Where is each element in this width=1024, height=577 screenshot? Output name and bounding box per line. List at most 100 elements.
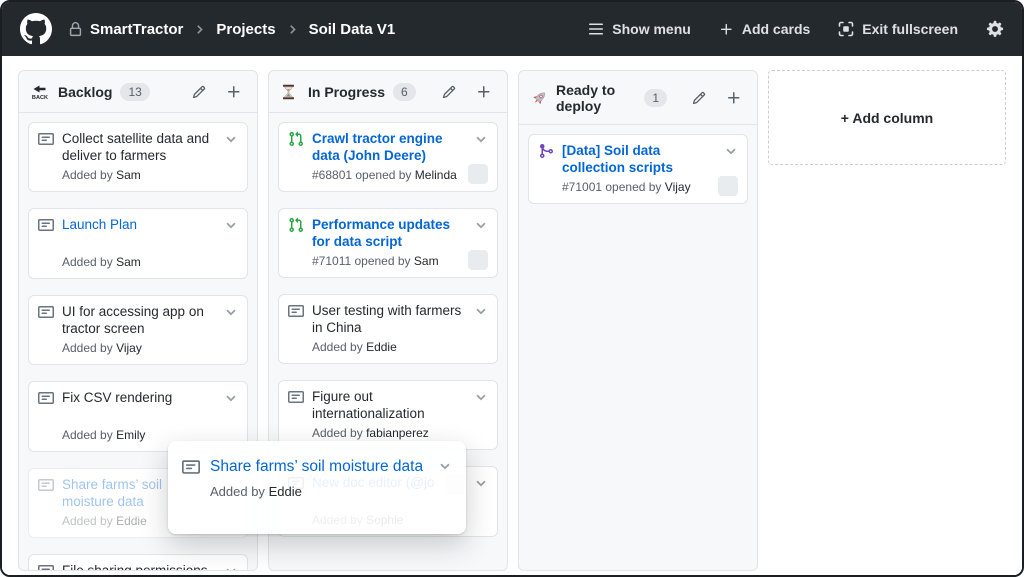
column-title: In Progress	[308, 84, 385, 100]
avatar	[468, 250, 488, 270]
exit-fullscreen-button[interactable]: Exit fullscreen	[838, 21, 958, 37]
card-meta: Added by Eddie	[312, 340, 488, 355]
card-meta-prefix: Added by	[62, 428, 113, 442]
card-meta-name: Sam	[116, 255, 141, 269]
column-title: Ready to deploy	[556, 82, 636, 114]
card-meta-prefix: Added by	[62, 168, 113, 182]
edit-column-button[interactable]	[189, 83, 209, 101]
card-meta-name: Eddie	[116, 514, 147, 528]
card[interactable]: Crawl tractor engine data (John Deere) #6…	[278, 122, 498, 192]
pull-request-icon	[288, 130, 304, 147]
card-title: User testing with farmers in China	[312, 302, 466, 336]
card-meta: Added by fabianperez	[312, 426, 488, 441]
breadcrumb: SmartTractor Projects Soil Data V1	[68, 21, 395, 38]
screen-normal-icon	[838, 21, 854, 37]
card-meta-name: Eddie	[366, 340, 397, 354]
column-count-badge: 13	[120, 83, 149, 101]
add-card-button[interactable]	[223, 82, 245, 102]
column-count-badge: 6	[393, 83, 416, 101]
card-title[interactable]: Launch Plan	[62, 216, 216, 233]
column-count-badge: 1	[644, 89, 667, 107]
card-meta: Added by Vijay	[62, 341, 238, 356]
chevron-down-icon[interactable]	[474, 302, 488, 318]
breadcrumb-repo[interactable]: SmartTractor	[68, 21, 183, 38]
chevron-down-icon[interactable]	[224, 303, 238, 319]
edit-column-button[interactable]	[689, 89, 709, 107]
card-title[interactable]: [Data] Soil data collection scripts	[562, 142, 716, 176]
card-meta: Added by Sam	[62, 255, 238, 270]
show-menu-label: Show menu	[612, 21, 691, 37]
card-meta-name: fabianperez	[366, 426, 429, 440]
app-window: SmartTractor Projects Soil Data V1 Show …	[0, 0, 1024, 577]
add-card-button[interactable]	[473, 82, 495, 102]
rocket-icon	[531, 90, 548, 106]
add-cards-button[interactable]: Add cards	[719, 21, 810, 37]
card[interactable]: Collect satellite data and deliver to fa…	[28, 122, 248, 192]
add-card-button[interactable]	[723, 88, 745, 108]
card-meta-name: Melinda	[415, 168, 457, 182]
edit-column-button[interactable]	[439, 83, 459, 101]
card[interactable]: Performance updates for data script #7101…	[278, 208, 498, 278]
card[interactable]: Launch Plan Added by Sam	[28, 208, 248, 279]
card-title[interactable]: Performance updates for data script	[312, 216, 466, 250]
drag-overlay-card[interactable]: Share farms’ soil moisture data Added by…	[168, 441, 466, 534]
chevron-right-icon	[287, 23, 298, 36]
breadcrumb-project-name-label: Soil Data V1	[309, 21, 396, 38]
card[interactable]: Figure out internationalization Added by …	[278, 380, 498, 450]
column-ready-to-deploy: Ready to deploy 1 [Data] Soil data collect…	[518, 70, 758, 571]
breadcrumb-projects[interactable]: Projects	[216, 21, 275, 38]
card-meta-prefix: Added by	[62, 255, 113, 269]
card[interactable]: File sharing permissionsAdded by fabianp…	[28, 554, 248, 571]
hourglass-icon	[281, 84, 300, 100]
card-title: Figure out internationalization	[312, 388, 466, 422]
avatar	[718, 176, 738, 196]
card-meta-prefix: Added by	[62, 514, 113, 528]
column-header: In Progress 6	[269, 71, 507, 113]
show-menu-button[interactable]: Show menu	[588, 21, 691, 37]
chevron-down-icon[interactable]	[724, 142, 738, 158]
card-meta: #71011 opened by Sam	[312, 254, 488, 269]
card-meta-prefix: Added by	[210, 484, 265, 499]
breadcrumb-repo-label: SmartTractor	[90, 21, 183, 38]
chevron-down-icon[interactable]	[474, 216, 488, 232]
github-logo[interactable]	[20, 13, 52, 45]
column-title: Backlog	[58, 84, 112, 100]
header: SmartTractor Projects Soil Data V1 Show …	[2, 2, 1022, 56]
chevron-down-icon[interactable]	[224, 216, 238, 232]
svg-text:BACK: BACK	[32, 95, 48, 100]
note-icon	[38, 562, 54, 571]
note-icon	[38, 476, 54, 493]
chevron-down-icon[interactable]	[224, 130, 238, 146]
card[interactable]: [Data] Soil data collection scripts#7100…	[528, 134, 748, 204]
settings-button[interactable]	[986, 20, 1004, 38]
chevron-down-icon[interactable]	[224, 389, 238, 405]
card-title[interactable]: Share farms’ soil moisture data	[210, 456, 428, 477]
card-meta-prefix: #68801 opened by	[312, 168, 411, 182]
card-meta-name: Eddie	[269, 484, 302, 499]
breadcrumb-project-name[interactable]: Soil Data V1	[309, 21, 396, 38]
column-header: BACK Backlog 13	[19, 71, 257, 113]
card-title[interactable]: Crawl tractor engine data (John Deere)	[312, 130, 466, 164]
project-board: BACK Backlog 13 Collect satellite data and …	[2, 56, 1022, 577]
chevron-down-icon[interactable]	[438, 456, 452, 473]
card[interactable]: UI for accessing app on tractor screenAd…	[28, 295, 248, 365]
card[interactable]: User testing with farmers in China Added …	[278, 294, 498, 364]
note-icon	[288, 302, 304, 319]
lock-icon	[68, 22, 83, 37]
chevron-down-icon[interactable]	[474, 130, 488, 146]
git-merge-icon	[538, 142, 554, 159]
plus-icon	[719, 22, 734, 37]
gear-icon	[986, 20, 1004, 38]
pull-request-icon	[288, 216, 304, 233]
card-meta-name: Sam	[414, 254, 439, 268]
card-title: Collect satellite data and deliver to fa…	[62, 130, 216, 164]
chevron-down-icon[interactable]	[474, 474, 488, 490]
card-meta: Added by Sam	[62, 168, 238, 183]
chevron-down-icon[interactable]	[474, 388, 488, 404]
card-meta-prefix: #71011 opened by	[312, 254, 411, 268]
add-column-button[interactable]: + Add column	[768, 70, 1006, 165]
cards-list: [Data] Soil data collection scripts#7100…	[519, 125, 757, 229]
card-meta-name: Vijay	[116, 341, 142, 355]
chevron-down-icon[interactable]	[224, 562, 238, 571]
card-title: File sharing permissions	[62, 562, 216, 571]
